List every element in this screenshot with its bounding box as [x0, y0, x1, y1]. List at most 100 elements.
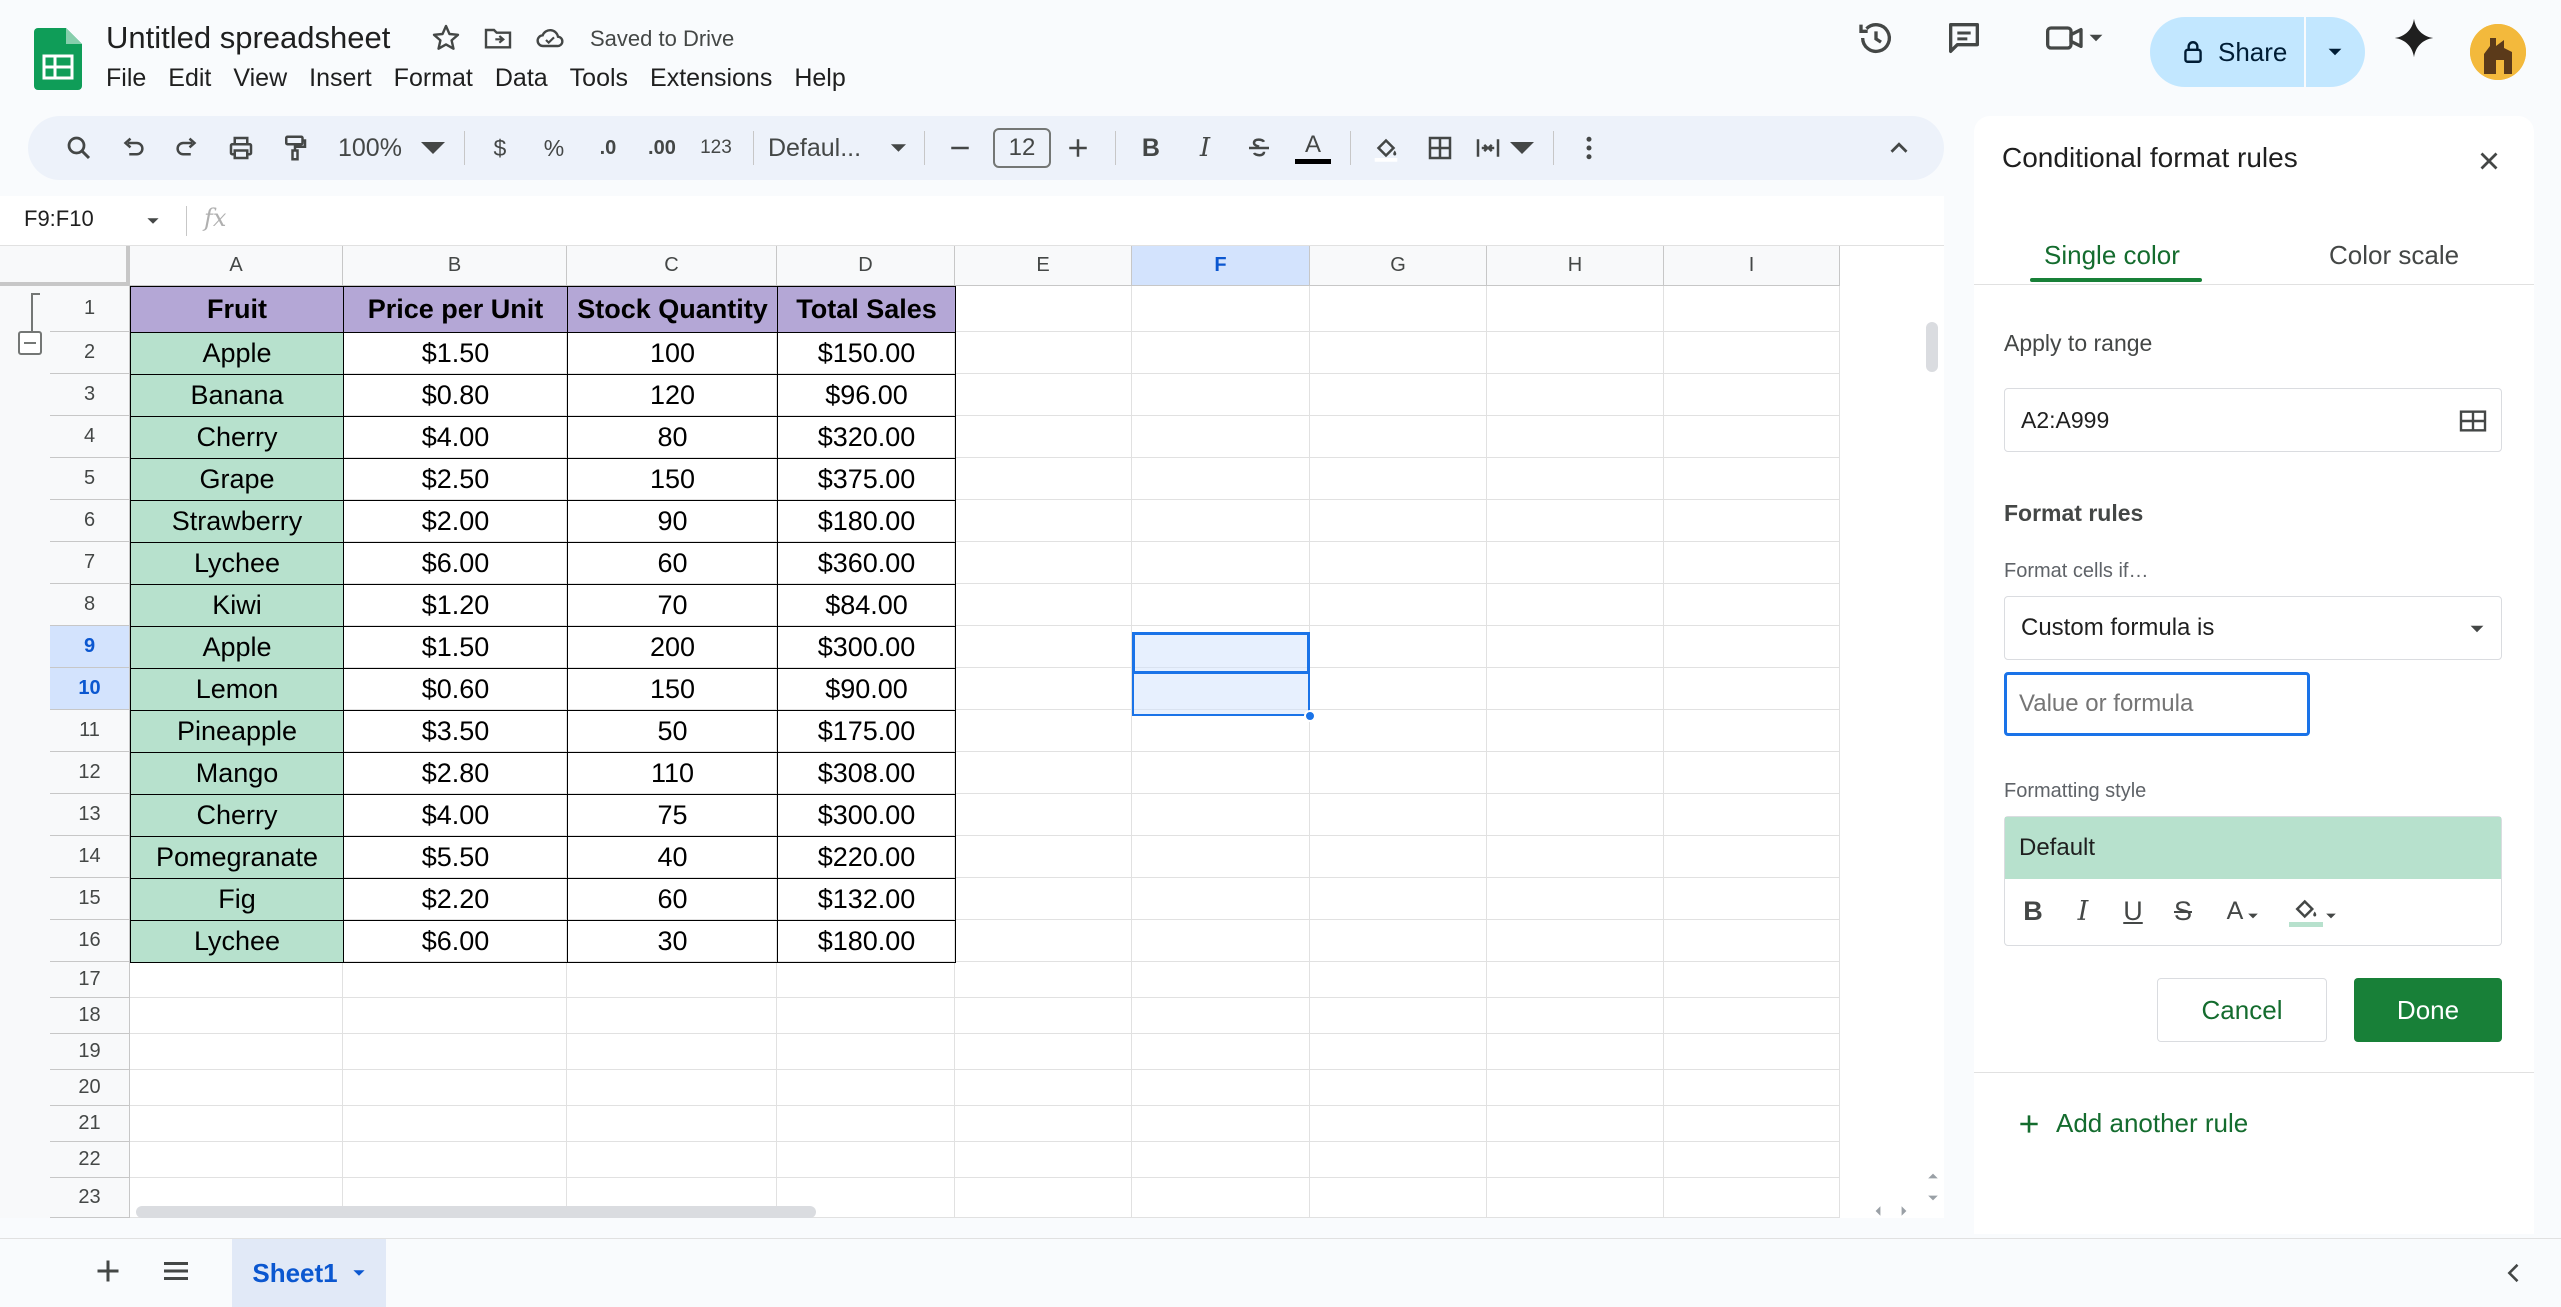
style-bold-button[interactable]: B	[2015, 891, 2051, 931]
table-cell[interactable]: $132.00	[777, 878, 956, 921]
all-sheets-icon[interactable]	[158, 1253, 194, 1289]
strikethrough-icon[interactable]	[1238, 124, 1280, 172]
grid-cell[interactable]	[955, 374, 1132, 416]
grid-cell[interactable]	[1310, 668, 1487, 710]
table-cell[interactable]: $2.20	[343, 878, 568, 921]
expand-side-panel-icon[interactable]	[2500, 1259, 2528, 1287]
grid-cell[interactable]	[1487, 1034, 1664, 1070]
grid-cell[interactable]	[1487, 920, 1664, 962]
grid-cell[interactable]	[1132, 542, 1310, 584]
grid-cell[interactable]	[130, 998, 343, 1034]
fruit-cell[interactable]: Lemon	[130, 668, 344, 711]
format-currency-button[interactable]: $	[479, 124, 521, 172]
bold-button[interactable]: B	[1130, 124, 1172, 172]
more-options-icon[interactable]	[1568, 124, 1610, 172]
row-header[interactable]: 18	[50, 998, 130, 1034]
table-cell[interactable]: $150.00	[777, 332, 956, 375]
sheets-logo-icon[interactable]	[34, 28, 82, 90]
row-header[interactable]: 7	[50, 542, 130, 584]
row-header[interactable]: 8	[50, 584, 130, 626]
grid-cell[interactable]	[1310, 286, 1487, 332]
row-header[interactable]: 20	[50, 1070, 130, 1106]
grid-cell[interactable]	[955, 920, 1132, 962]
select-range-grid-icon[interactable]	[2457, 405, 2489, 437]
grid-cell[interactable]	[130, 1034, 343, 1070]
grid-cell[interactable]	[1132, 962, 1310, 998]
fill-color-icon[interactable]	[1365, 124, 1407, 172]
grid-cell[interactable]	[343, 1142, 567, 1178]
table-header-cell[interactable]: Price per Unit	[343, 286, 568, 333]
grid-cell[interactable]	[1132, 710, 1310, 752]
style-preview[interactable]: Default	[2005, 817, 2501, 879]
column-header[interactable]: I	[1664, 246, 1840, 286]
grid-cell[interactable]	[777, 1034, 955, 1070]
meet-icon[interactable]	[2036, 14, 2112, 62]
font-select[interactable]: Defaul...	[768, 124, 908, 172]
grid-cell[interactable]	[955, 998, 1132, 1034]
horizontal-scroll-thumb[interactable]	[136, 1206, 816, 1218]
table-cell[interactable]: $2.50	[343, 458, 568, 501]
share-dropdown-icon[interactable]	[2306, 17, 2364, 87]
move-folder-icon[interactable]	[482, 22, 514, 54]
column-header[interactable]: C	[567, 246, 777, 286]
grid-cell[interactable]	[1487, 542, 1664, 584]
grid-cell[interactable]	[1132, 500, 1310, 542]
grid-cell[interactable]	[1132, 878, 1310, 920]
document-title[interactable]: Untitled spreadsheet	[106, 20, 390, 56]
grid-cell[interactable]	[1664, 962, 1840, 998]
grid-cell[interactable]	[955, 584, 1132, 626]
grid-cell[interactable]	[777, 998, 955, 1034]
row-header[interactable]: 3	[50, 374, 130, 416]
fruit-cell[interactable]: Apple	[130, 626, 344, 669]
grid-cell[interactable]	[1310, 1106, 1487, 1142]
grid-cell[interactable]	[1664, 668, 1840, 710]
table-cell[interactable]: $2.00	[343, 500, 568, 543]
grid-cell[interactable]	[1487, 584, 1664, 626]
version-history-icon[interactable]	[1852, 14, 1900, 62]
fruit-cell[interactable]: Pomegranate	[130, 836, 344, 879]
grid-cell[interactable]	[1310, 962, 1487, 998]
menu-insert[interactable]: Insert	[309, 64, 384, 93]
grid-cell[interactable]	[955, 710, 1132, 752]
fill-handle[interactable]	[1304, 710, 1316, 722]
grid-cell[interactable]	[1310, 878, 1487, 920]
grid-cell[interactable]	[1664, 1070, 1840, 1106]
share-button[interactable]: Share	[2150, 17, 2365, 87]
table-cell[interactable]: 120	[567, 374, 778, 417]
fruit-cell[interactable]: Lychee	[130, 920, 344, 963]
fruit-cell[interactable]: Grape	[130, 458, 344, 501]
grid-cell[interactable]	[1487, 794, 1664, 836]
grid-cell[interactable]	[955, 286, 1132, 332]
menu-view[interactable]: View	[233, 64, 299, 93]
decrease-font-size-icon[interactable]	[939, 124, 981, 172]
grid-cell[interactable]	[1310, 374, 1487, 416]
table-cell[interactable]: $4.00	[343, 416, 568, 459]
add-another-rule-button[interactable]: Add another rule	[2016, 1108, 2248, 1139]
chevron-down-icon[interactable]	[146, 214, 160, 228]
grid-cell[interactable]	[1310, 998, 1487, 1034]
fruit-cell[interactable]: Mango	[130, 752, 344, 795]
cancel-button[interactable]: Cancel	[2157, 978, 2327, 1042]
table-cell[interactable]: $300.00	[777, 626, 956, 669]
menu-file[interactable]: File	[106, 64, 158, 93]
gemini-sparkle-icon[interactable]	[2390, 14, 2438, 62]
grid-cell[interactable]	[1487, 752, 1664, 794]
grid-cell[interactable]	[1664, 542, 1840, 584]
table-cell[interactable]: $180.00	[777, 500, 956, 543]
grid-cell[interactable]	[567, 998, 777, 1034]
grid-cell[interactable]	[1310, 1142, 1487, 1178]
cloud-saved-icon[interactable]	[534, 22, 566, 54]
grid-cell[interactable]	[1310, 416, 1487, 458]
grid-cell[interactable]	[1310, 458, 1487, 500]
grid-cell[interactable]	[1310, 500, 1487, 542]
grid-cell[interactable]	[130, 1070, 343, 1106]
table-cell[interactable]: 90	[567, 500, 778, 543]
table-cell[interactable]: $90.00	[777, 668, 956, 711]
condition-select[interactable]: Custom formula is	[2004, 596, 2502, 660]
grid-cell[interactable]	[1487, 962, 1664, 998]
grid-cell[interactable]	[343, 1070, 567, 1106]
grid-cell[interactable]	[955, 1106, 1132, 1142]
grid-cell[interactable]	[1310, 1034, 1487, 1070]
table-cell[interactable]: $6.00	[343, 542, 568, 585]
grid-cell[interactable]	[955, 458, 1132, 500]
